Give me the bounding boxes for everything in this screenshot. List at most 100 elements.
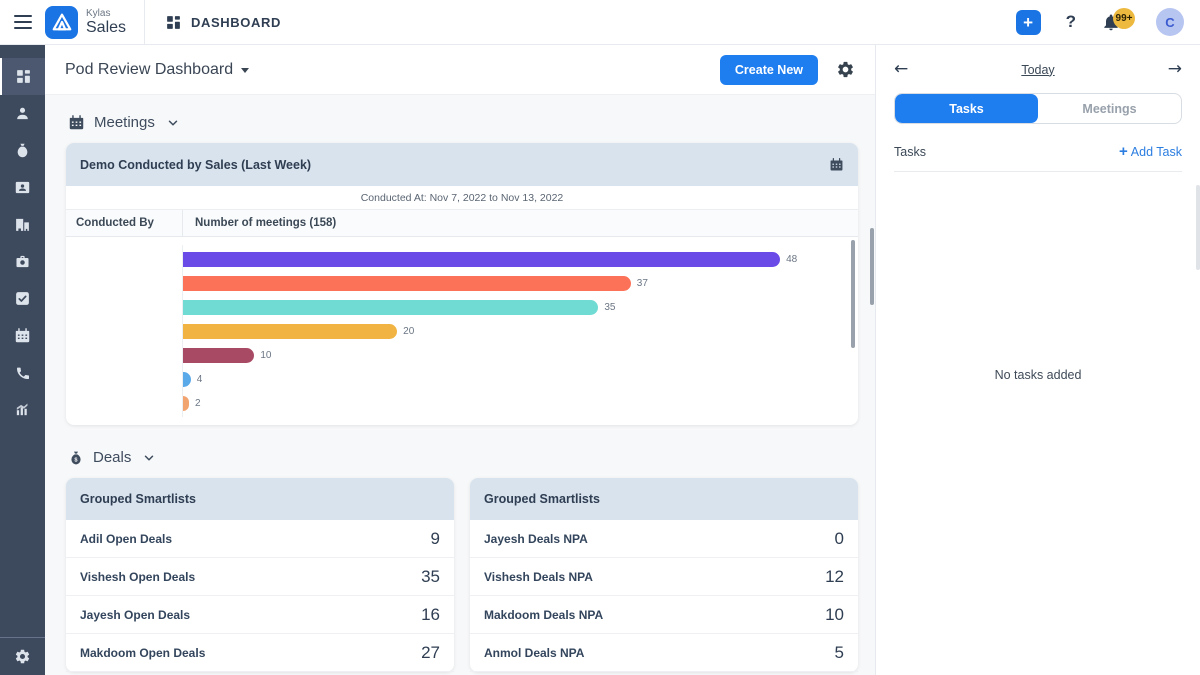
smartlist-label: Makdoom Deals NPA: [484, 608, 603, 622]
panel-scrollbar[interactable]: [1196, 185, 1200, 270]
user-avatar[interactable]: C: [1156, 8, 1184, 36]
deals-moneybag-icon: [14, 142, 31, 159]
bar-value-label: 10: [260, 350, 271, 361]
smartlist-row[interactable]: Vishesh Open Deals35: [66, 558, 454, 596]
calendar-icon: [14, 327, 31, 344]
chart-subtitle: Conducted At: Nov 7, 2022 to Nov 13, 202…: [66, 186, 858, 210]
bar[interactable]: [183, 252, 780, 267]
smartlist-value: 16: [421, 605, 440, 625]
page-title: Pod Review Dashboard: [65, 61, 233, 79]
main-content: Pod Review Dashboard Create New Meetings: [45, 45, 875, 675]
sidebar-item-tasks[interactable]: [0, 280, 45, 317]
tab-meetings[interactable]: Meetings: [1038, 94, 1181, 123]
smartlist-label: Adil Open Deals: [80, 532, 172, 546]
chevron-down-icon: [142, 451, 156, 465]
smartlist-value: 5: [835, 643, 844, 663]
moneybag-icon: $: [68, 450, 84, 466]
bar-row: 4: [183, 367, 832, 391]
bar-row: 37: [183, 271, 832, 295]
brand[interactable]: Kylas Sales: [45, 6, 144, 39]
settings-gear-icon: [14, 648, 31, 665]
smartlist-row[interactable]: Makdoom Open Deals 27: [66, 634, 454, 672]
chart-title: Demo Conducted by Sales (Last Week): [80, 158, 311, 172]
collapse-deals-button[interactable]: [142, 451, 156, 465]
contacts-person-icon: [14, 105, 31, 122]
sidebar-item-leads[interactable]: [0, 169, 45, 206]
quick-add-button[interactable]: +: [1016, 10, 1041, 35]
bar-value-label: 20: [403, 326, 414, 337]
today-link[interactable]: Today: [1021, 63, 1054, 77]
smartlist-label: Vishesh Deals NPA: [484, 570, 593, 584]
brand-product: Sales: [86, 19, 126, 36]
bar[interactable]: [183, 372, 191, 387]
smartlist-row[interactable]: Vishesh Deals NPA 12: [470, 558, 858, 596]
bar-row: 2: [183, 391, 832, 415]
right-panel: ← Today → Tasks Meetings Tasks + Add Tas…: [875, 45, 1200, 675]
main-header: Pod Review Dashboard Create New: [45, 45, 875, 95]
create-new-button[interactable]: Create New: [720, 55, 818, 85]
smartlist-card: Grouped Smartlists Jayesh Deals NPA0Vish…: [470, 478, 858, 672]
sidebar-item-calls[interactable]: [0, 354, 45, 391]
bar-row: 35: [183, 295, 832, 319]
smartlist-card: Grouped Smartlists Adil Open Deals9Vishe…: [66, 478, 454, 672]
chart-col1-header: Conducted By: [66, 210, 183, 236]
nav-dashboard[interactable]: DASHBOARD: [145, 14, 281, 31]
next-day-button[interactable]: →: [1168, 61, 1182, 78]
chart-date-filter-button[interactable]: [829, 157, 844, 172]
dashboard-settings-button[interactable]: [836, 60, 855, 79]
smartlist-row[interactable]: Adil Open Deals9: [66, 520, 454, 558]
tab-tasks[interactable]: Tasks: [895, 94, 1038, 123]
smartlist-value: 27: [421, 643, 440, 663]
menu-icon[interactable]: [0, 15, 45, 30]
kylas-logo-icon: [45, 6, 78, 39]
sidebar-item-dashboard[interactable]: [0, 58, 45, 95]
plus-icon: +: [1119, 143, 1128, 160]
smartlist-rows: Jayesh Deals NPA0 Vishesh Deals NPA 12 Makd…: [470, 520, 858, 672]
smartlist-row[interactable]: Jayesh Open Deals 16: [66, 596, 454, 634]
main-scrollbar[interactable]: [870, 228, 874, 305]
chart-col2-header: Number of meetings (158): [183, 210, 858, 236]
bar[interactable]: [183, 348, 254, 363]
help-button[interactable]: ?: [1066, 12, 1076, 32]
bar-value-label: 35: [604, 302, 615, 313]
meetings-section-heading: Meetings: [68, 114, 858, 131]
bar[interactable]: [183, 276, 631, 291]
notifications-button[interactable]: 99+: [1101, 12, 1121, 32]
chart-scrollbar[interactable]: [851, 240, 855, 348]
sidebar-item-products[interactable]: [0, 243, 45, 280]
add-task-button[interactable]: + Add Task: [1119, 143, 1182, 160]
sidebar-item-reports[interactable]: [0, 391, 45, 428]
collapse-meetings-button[interactable]: [166, 116, 180, 130]
dashboard-selector[interactable]: Pod Review Dashboard: [65, 61, 249, 79]
bar-row: 48: [183, 247, 832, 271]
prev-day-button[interactable]: ←: [894, 61, 908, 78]
deals-cards: Grouped Smartlists Adil Open Deals9Vishe…: [66, 478, 858, 672]
smartlist-value: 12: [825, 567, 844, 587]
sidebar-item-meetings[interactable]: [0, 317, 45, 354]
smartlist-label: Makdoom Open Deals: [80, 646, 205, 660]
smartlist-label: Jayesh Open Deals: [80, 608, 190, 622]
bar-value-label: 4: [197, 374, 203, 385]
sidebar-item-contacts[interactable]: [0, 95, 45, 132]
companies-building-icon: [14, 216, 31, 233]
sidebar-item-deals[interactable]: [0, 132, 45, 169]
smartlist-row[interactable]: Jayesh Deals NPA0: [470, 520, 858, 558]
tasks-header-row: Tasks + Add Task: [894, 143, 1182, 160]
bar[interactable]: [183, 300, 598, 315]
tasks-header-label: Tasks: [894, 145, 926, 159]
calls-phone-icon: [15, 365, 31, 381]
bar[interactable]: [183, 396, 189, 411]
deals-section-heading: $ Deals: [68, 449, 858, 466]
smartlist-card-title: Grouped Smartlists: [80, 492, 196, 506]
panel-tabs: Tasks Meetings: [894, 93, 1182, 124]
smartlist-row[interactable]: Makdoom Deals NPA10: [470, 596, 858, 634]
smartlist-row[interactable]: Anmol Deals NPA5: [470, 634, 858, 672]
sidebar-item-companies[interactable]: [0, 206, 45, 243]
bar[interactable]: [183, 324, 397, 339]
chevron-down-icon: [241, 68, 249, 73]
smartlist-label: Vishesh Open Deals: [80, 570, 195, 584]
sidebar-item-settings[interactable]: [0, 638, 45, 675]
smartlist-value: 0: [835, 529, 844, 549]
smartlist-card-title: Grouped Smartlists: [484, 492, 600, 506]
add-task-label: Add Task: [1131, 145, 1182, 159]
